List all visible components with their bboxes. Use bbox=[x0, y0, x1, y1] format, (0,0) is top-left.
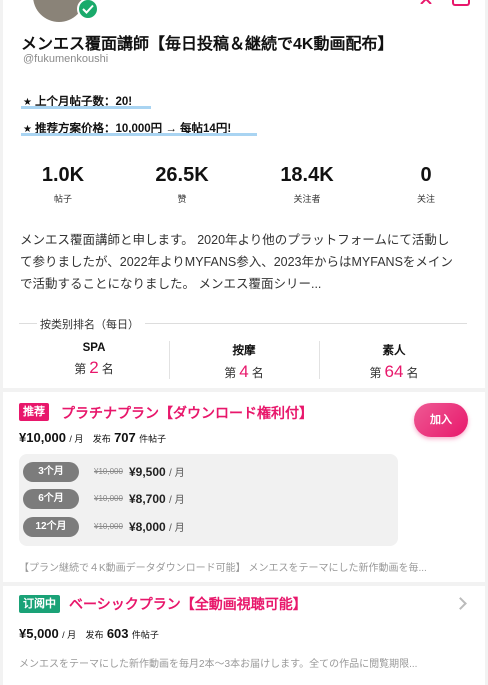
join-button[interactable]: 加入 bbox=[414, 403, 468, 437]
highlight-underline bbox=[21, 106, 151, 109]
plan-card-basic[interactable]: 订阅中 ベーシックプラン【全動画視聴可能】 ¥5,000 / 月 发布 603 … bbox=[3, 586, 485, 685]
message-icon[interactable] bbox=[452, 0, 470, 6]
ranking-spa[interactable]: SPA 第2名 bbox=[19, 342, 169, 378]
stat-posts[interactable]: 1.0K 帖子 bbox=[23, 164, 103, 205]
recommended-badge: 推荐 bbox=[19, 403, 49, 421]
subscribed-badge: 订阅中 bbox=[19, 595, 60, 613]
plan-description: メンエスをテーマにした新作動画を毎月2本〜3本お届けします。全ての作品に閲覧期限… bbox=[19, 659, 418, 670]
plan-price: ¥10,000 / 月 发布 707 件帖子 bbox=[19, 430, 167, 445]
profile-bio[interactable]: メンエス覆面講師と申します。 2020年より他のプラットフォームにて活動して参り… bbox=[20, 229, 460, 295]
plan-option-6-months[interactable]: 6个月 ¥10,000 ¥8,700 / 月 bbox=[19, 489, 319, 509]
rank-number: 4 bbox=[239, 362, 249, 381]
chevron-right-icon[interactable] bbox=[454, 597, 467, 610]
plan-card-platinum[interactable]: 推荐 プラチナプラン【ダウンロード権利付】 ¥10,000 / 月 发布 707… bbox=[3, 392, 485, 582]
plan-option-12-months[interactable]: 12个月 ¥10,000 ¥8,000 / 月 bbox=[19, 517, 319, 537]
divider bbox=[145, 323, 467, 324]
profile-handle: @fukumenkoushi bbox=[23, 53, 109, 65]
highlight-underline bbox=[21, 133, 257, 136]
plan-price: ¥5,000 / 月 发布 603 件帖子 bbox=[19, 626, 159, 641]
ranking-amateur[interactable]: 素人 第 64 名 bbox=[319, 342, 469, 382]
ranking-massage[interactable]: 按摩 第4名 bbox=[169, 342, 319, 382]
profile-card: メンエス覆面講師【毎日投稿＆継続で4K動画配布】 @fukumenkoushi … bbox=[3, 0, 485, 388]
verified-icon bbox=[77, 0, 99, 20]
plan-title: ベーシックプラン【全動画視聴可能】 bbox=[69, 596, 307, 612]
rank-number: 2 bbox=[89, 358, 99, 377]
profile-name: メンエス覆面講師【毎日投稿＆継続で4K動画配布】 bbox=[21, 36, 394, 53]
stat-followers[interactable]: 18.4K 关注者 bbox=[267, 164, 347, 205]
plan-option-3-months[interactable]: 3个月 ¥10,000 ¥9,500 / 月 bbox=[19, 462, 319, 482]
plan-description: 【プラン継続で４K動画データダウンロード可能】 メンエスをテーマにした新作動画を… bbox=[19, 563, 427, 574]
ranking-title: 按类别排名（每日） bbox=[37, 316, 142, 332]
share-icon[interactable] bbox=[419, 0, 433, 4]
plan-options: 3个月 ¥10,000 ¥9,500 / 月 6个月 ¥10,000 ¥8,70… bbox=[19, 454, 398, 546]
stat-following[interactable]: 0 关注 bbox=[386, 164, 466, 205]
stat-likes[interactable]: 26.5K 赞 bbox=[142, 164, 222, 205]
divider bbox=[19, 323, 37, 324]
rank-number: 64 bbox=[384, 362, 404, 381]
plan-title: プラチナプラン【ダウンロード権利付】 bbox=[61, 405, 313, 421]
